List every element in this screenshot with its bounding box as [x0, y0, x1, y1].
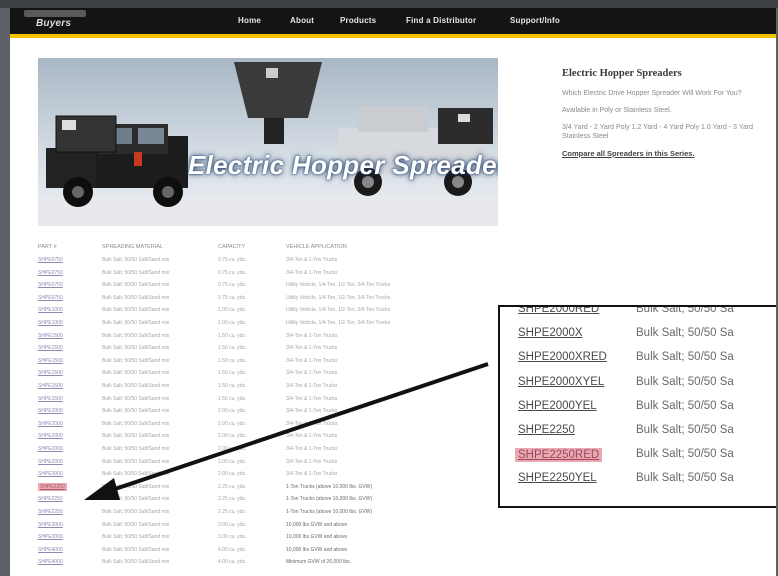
callout-row: SHPE2000X Bulk Salt; 50/50 Sa — [500, 325, 776, 347]
callout-material: Bulk Salt; 50/50 Sa — [636, 375, 734, 388]
callout-part-link[interactable]: SHPE2250YEL — [518, 472, 597, 484]
callout-row: SHPE2250 Bulk Salt; 50/50 Sa — [500, 422, 776, 444]
callout-part-link[interactable]: SHPE2250 — [518, 424, 575, 436]
callout-part-link[interactable]: SHPE2000YEL — [518, 400, 597, 412]
callout-row: SHPE2250YEL Bulk Salt; 50/50 Sa — [500, 470, 776, 492]
callout-row: SHPE2000RED Bulk Salt; 50/50 Sa — [500, 305, 776, 323]
web-page: Buyers Home About Products Find a Distri… — [10, 8, 776, 576]
callout-material: Bulk Salt; 50/50 Sa — [636, 351, 734, 364]
callout-part-link[interactable]: SHPE2250RED — [515, 448, 603, 463]
callout-part-link[interactable]: SHPE2000RED — [518, 307, 599, 315]
callout-part-link[interactable]: SHPE2000XRED — [518, 351, 607, 363]
callout-row: SHPE2000XYEL Bulk Salt; 50/50 Sa — [500, 374, 776, 396]
callout-material: Bulk Salt; 50/50 Sa — [636, 424, 734, 436]
callout-part-link[interactable]: SHPE2000X — [518, 327, 583, 339]
callout-material: Bulk Salt; 50/50 Sa — [636, 448, 734, 461]
callout-row: SHPE2000XRED Bulk Salt; 50/50 Sa — [500, 349, 776, 371]
callout-material: Bulk Salt; 50/50 Sa — [636, 327, 734, 340]
callout-material: Bulk Salt; 50/50 Sa — [636, 399, 734, 412]
callout-row: SHPE2000YEL Bulk Salt; 50/50 Sa — [500, 398, 776, 420]
callout-row: SHPE2250RED Bulk Salt; 50/50 Sa — [500, 446, 776, 468]
window-frame-top — [0, 0, 778, 8]
callout-material: Bulk Salt; 50/50 Sa — [636, 305, 734, 315]
callout-part-link[interactable]: SHPE2000XYEL — [518, 376, 604, 388]
zoom-callout: SHPE2000RED Bulk Salt; 50/50 Sa SHPE2000X B… — [498, 305, 776, 508]
callout-material: Bulk Salt; 50/50 Sa — [636, 472, 734, 485]
